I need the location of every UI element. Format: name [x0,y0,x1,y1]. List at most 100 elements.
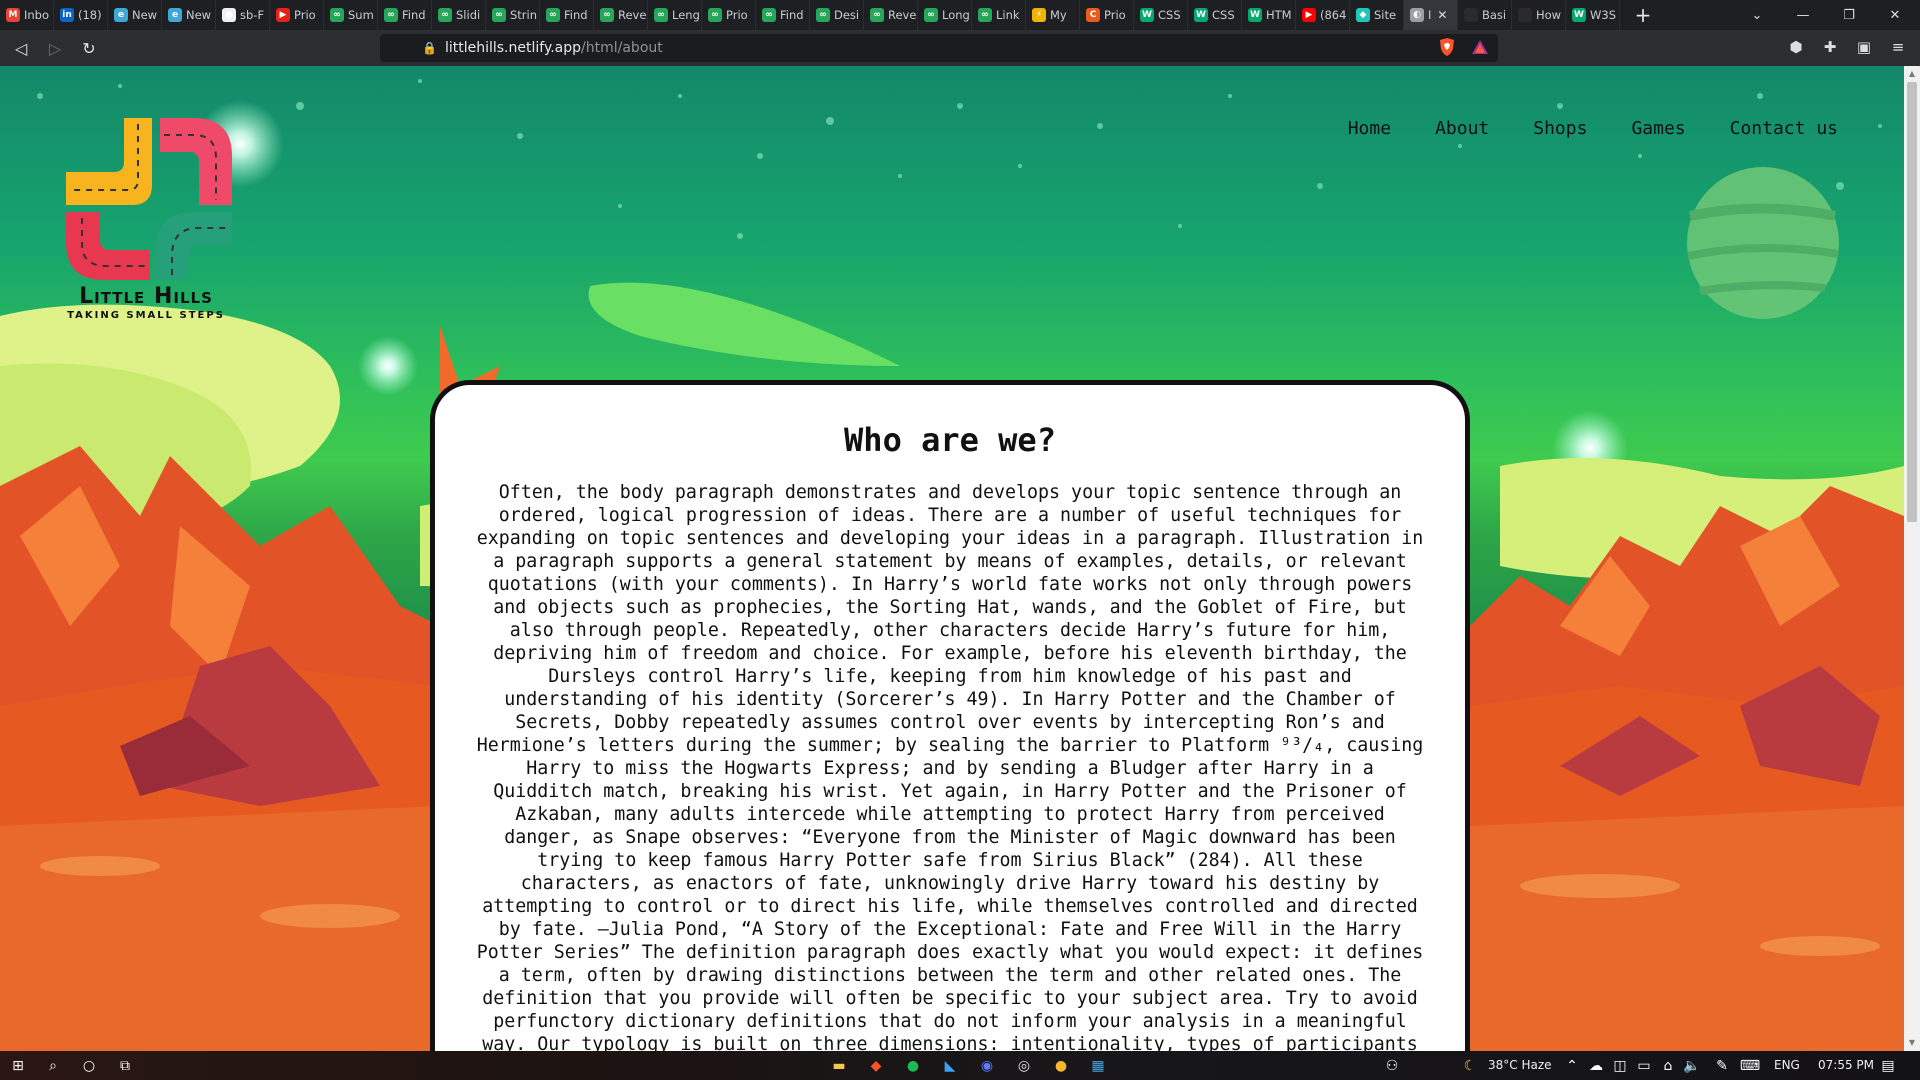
nav-about[interactable]: About [1435,118,1489,139]
weather-text[interactable]: 38°C Haze [1488,1058,1552,1072]
browser-tab[interactable]: ∞ Slidi [432,0,486,30]
browser-tab[interactable]: ∞ Prio [702,0,756,30]
brave-browser-icon[interactable]: ◆ [866,1056,886,1076]
keyboard-icon[interactable]: ⌨ [1740,1056,1760,1076]
extension-icon[interactable]: ⬢ [1786,38,1806,58]
zoom-icon[interactable]: ◉ [977,1056,997,1076]
page-scrollbar[interactable]: ▲ ▼ [1904,66,1920,1051]
menu-icon[interactable]: ≡ [1888,38,1908,58]
back-icon[interactable]: ◁ [8,35,34,61]
browser-tab[interactable]: ∞ Reve [864,0,918,30]
restore-button[interactable]: ❐ [1826,0,1872,30]
tab-search-icon[interactable]: ⌄ [1734,0,1780,30]
browser-tab[interactable]: M Inbo [0,0,54,30]
notifications-icon[interactable]: ▤ [1878,1056,1898,1076]
cortana-icon[interactable]: ○ [79,1056,99,1076]
scroll-up-arrow-icon[interactable]: ▲ [1904,66,1920,82]
browser-tab[interactable]: ∞ Desi [810,0,864,30]
nav-shops[interactable]: Shops [1533,118,1587,139]
scrollbar-thumb[interactable] [1907,82,1917,522]
linkedin-icon: in [60,8,74,22]
onedrive-icon[interactable]: ☁ [1586,1056,1606,1076]
browser-tab[interactable]: ● sb-F [216,0,270,30]
browser-tab-label: Sum [348,8,374,22]
browser-tab[interactable]: e New [162,0,216,30]
browser-tab[interactable]: ∞ Leng [648,0,702,30]
pen-icon[interactable]: ✎ [1712,1056,1732,1076]
vscode-icon[interactable]: ◣ [940,1056,960,1076]
url-bar[interactable]: 🔒 littlehills.netlify.app/html/about [380,34,1498,62]
browser-tab-label: Long [942,8,970,22]
brave-shields-icon[interactable] [1436,34,1458,60]
people-icon[interactable]: ⚇ [1382,1056,1402,1076]
about-card: Who are we? Often, the body paragraph de… [430,380,1470,1051]
app-icon[interactable]: ● [1051,1056,1071,1076]
browser-tab[interactable]: C Prio [1080,0,1134,30]
browser-tab[interactable]: ◐ I ✕ [1404,0,1458,30]
language-indicator[interactable]: ENG [1774,1058,1800,1072]
nav-contact-us[interactable]: Contact us [1730,118,1838,139]
file-explorer-icon[interactable]: ▬ [829,1056,849,1076]
close-tab-icon[interactable]: ✕ [1437,8,1447,22]
edge-icon: e [168,8,182,22]
browser-tab[interactable]: ∞ Find [540,0,594,30]
nav-home[interactable]: Home [1348,118,1391,139]
browser-tab[interactable]: ◆ Site [1350,0,1404,30]
chrome-icon[interactable]: ◎ [1014,1056,1034,1076]
meet-now-icon[interactable]: ◫ [1610,1056,1630,1076]
browser-tab[interactable]: e New [108,0,162,30]
lightning-icon: ⚡ [1032,8,1046,22]
weather-icon[interactable]: ☾ [1460,1056,1480,1076]
gmail-icon: M [6,8,20,22]
new-tab-button[interactable]: + [1628,3,1658,27]
nav-games[interactable]: Games [1631,118,1685,139]
clock[interactable]: 07:55 PM [1818,1058,1874,1072]
browser-tab[interactable]: ∞ Strin [486,0,540,30]
browser-tab[interactable]: ▶ Prio [270,0,324,30]
browser-tab[interactable]: ∞ Find [756,0,810,30]
browser-tab-label: Prio [726,8,748,22]
battery-icon[interactable]: ▭ [1634,1056,1654,1076]
infinity-icon: ∞ [438,8,452,22]
browser-tab-label: Prio [1104,8,1126,22]
minimize-button[interactable]: — [1780,0,1826,30]
browser-tab-label: Reve [888,8,917,22]
tray-chevron-icon[interactable]: ⌃ [1562,1056,1582,1076]
volume-icon[interactable]: 🔈 [1682,1056,1702,1076]
infinity-icon: ∞ [978,8,992,22]
windows-start-icon[interactable]: ⊞ [8,1056,28,1076]
forward-icon[interactable]: ▷ [42,35,68,61]
browser-tab[interactable]: ∞ Find [378,0,432,30]
youtube-icon: ▶ [276,8,290,22]
photos-icon[interactable]: ▦ [1088,1056,1108,1076]
infinity-icon: ∞ [816,8,830,22]
browser-tab[interactable]: How [1512,0,1566,30]
extensions-puzzle-icon[interactable]: ✚ [1820,38,1840,58]
browser-tab[interactable]: ∞ Long [918,0,972,30]
wallet-icon[interactable]: ▣ [1854,38,1874,58]
browser-tab[interactable]: W HTM [1242,0,1296,30]
browser-tab-label: New [132,8,158,22]
browser-tab[interactable]: ⚡ My [1026,0,1080,30]
w3schools-icon: W [1572,8,1586,22]
browser-tab[interactable]: W W3S [1566,0,1620,30]
task-view-icon[interactable]: ⧉ [115,1056,135,1076]
spotify-icon[interactable]: ● [903,1056,923,1076]
network-icon[interactable]: ⌂ [1658,1056,1678,1076]
browser-tab[interactable]: ∞ Link [972,0,1026,30]
brave-rewards-icon[interactable] [1469,34,1491,60]
browser-tab-label: Reve [618,8,647,22]
browser-tab[interactable]: Basi [1458,0,1512,30]
scroll-down-arrow-icon[interactable]: ▼ [1904,1035,1920,1051]
reload-icon[interactable]: ↻ [76,35,102,61]
browser-tab[interactable]: W CSS [1134,0,1188,30]
close-window-button[interactable]: ✕ [1872,0,1918,30]
browser-tab[interactable]: ∞ Reve [594,0,648,30]
infinity-icon: ∞ [330,8,344,22]
browser-tab[interactable]: W CSS [1188,0,1242,30]
browser-tab[interactable]: ▶ (864 [1296,0,1350,30]
browser-tab[interactable]: in (18) [54,0,108,30]
search-icon[interactable]: ⌕ [43,1056,63,1076]
infinity-icon: ∞ [924,8,938,22]
browser-tab[interactable]: ∞ Sum [324,0,378,30]
